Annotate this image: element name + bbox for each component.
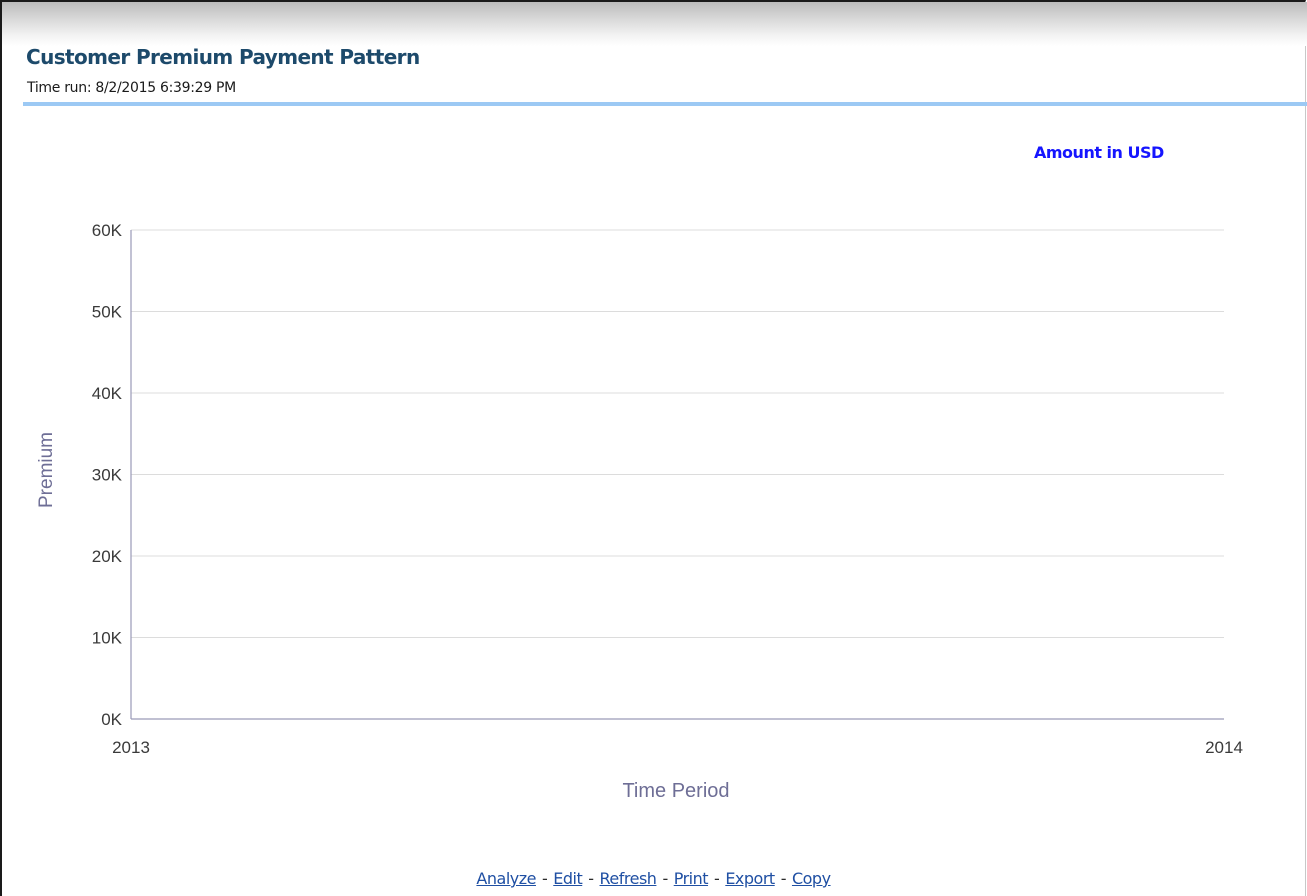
print-link[interactable]: Print	[674, 869, 709, 888]
y-tick-label: 40K	[92, 384, 123, 403]
copy-link[interactable]: Copy	[792, 869, 831, 888]
edit-link[interactable]: Edit	[553, 869, 582, 888]
x-tick-label: 2013	[112, 738, 150, 757]
export-link[interactable]: Export	[725, 869, 775, 888]
y-axis-title: Premium	[36, 432, 57, 508]
y-tick-label: 10K	[92, 629, 123, 648]
link-separator: -	[541, 869, 548, 888]
y-tick-label: 30K	[92, 466, 123, 485]
y-tick-label: 0K	[101, 710, 122, 729]
premium-line-chart: 0K 10K 20K 30K 40K 50K 60K 2013 2014 Time Period…	[36, 221, 1243, 802]
refresh-link[interactable]: Refresh	[600, 869, 657, 888]
analyze-link[interactable]: Analyze	[476, 869, 536, 888]
y-tick-label: 50K	[92, 303, 123, 322]
y-tick-label: 20K	[92, 547, 123, 566]
report-links-bar: Analyze - Edit - Refresh - Print - Export - Copy	[0, 869, 1307, 888]
gridlines	[131, 229, 1224, 638]
x-tick-label: 2014	[1205, 738, 1243, 757]
link-separator: -	[588, 869, 594, 888]
link-separator: -	[662, 869, 668, 888]
link-separator: -	[714, 869, 720, 888]
y-tick-label: 60K	[92, 221, 123, 240]
x-axis-title: Time Period	[622, 780, 729, 802]
link-separator: -	[780, 869, 787, 888]
